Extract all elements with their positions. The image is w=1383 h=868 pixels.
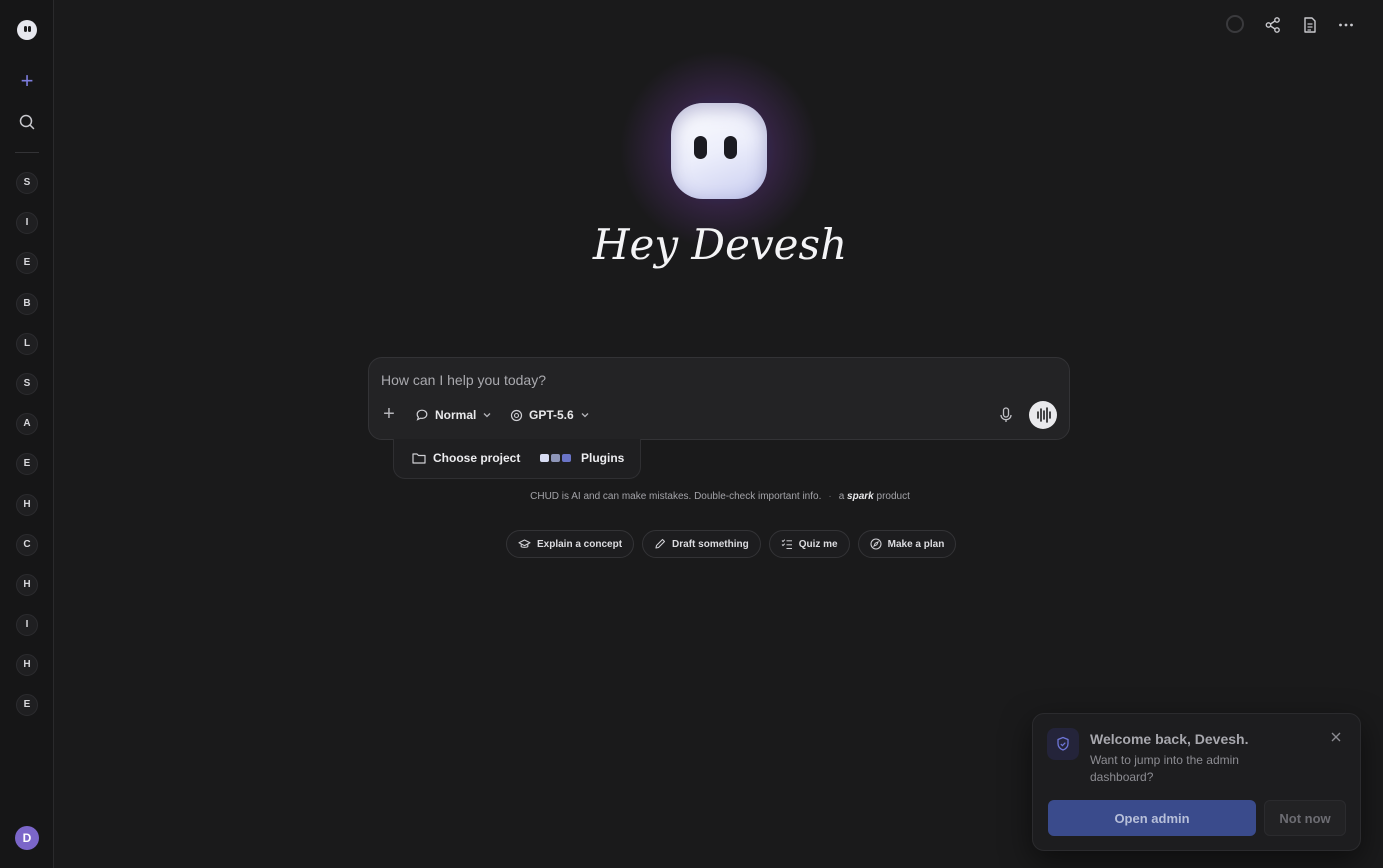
choose-project-button[interactable]: Choose project (412, 451, 520, 465)
open-admin-button[interactable]: Open admin (1048, 800, 1256, 836)
chip-label: Quiz me (798, 538, 838, 550)
sidebar-item[interactable]: I (16, 212, 38, 235)
close-icon[interactable] (1329, 730, 1343, 744)
mascot-icon (671, 103, 767, 199)
waveform-icon (1037, 407, 1051, 423)
model-label: GPT-5.6 (529, 408, 574, 422)
attach-plus-icon[interactable]: + (381, 404, 397, 424)
chip-draft-something[interactable]: Draft something (642, 530, 761, 558)
plus-icon[interactable]: + (16, 70, 38, 92)
sidebar-item[interactable]: C (16, 533, 38, 556)
sidebar-item[interactable]: E (16, 453, 38, 476)
sidebar-item[interactable]: I (16, 614, 38, 637)
mode-label: Normal (435, 408, 477, 422)
composer: + Normal GPT-5.6 (368, 357, 1070, 440)
sidebar-item[interactable]: S (16, 172, 38, 194)
sidebar-chat-list: S I E B L S A E H C H I H E (16, 172, 38, 735)
shield-icon (1047, 728, 1079, 760)
graduation-cap-icon (518, 539, 531, 548)
search-icon[interactable] (17, 112, 37, 132)
status-ring-icon (1226, 15, 1244, 33)
chip-explain-concept[interactable]: Explain a concept (506, 530, 635, 558)
microphone-icon[interactable] (998, 406, 1014, 424)
voice-mode-button[interactable] (1029, 401, 1057, 429)
sidebar-item[interactable]: A (16, 413, 38, 436)
choose-project-label: Choose project (433, 451, 521, 465)
toast-title: Welcome back, Devesh. (1090, 731, 1249, 747)
folder-icon (412, 453, 426, 464)
sidebar-item[interactable]: H (16, 493, 38, 516)
prompt-input[interactable] (381, 372, 941, 388)
disclaimer-prefix: a (838, 491, 845, 502)
sidebar-item[interactable]: E (16, 694, 38, 717)
toast-body: Want to jump into the admin dashboard? (1090, 753, 1239, 784)
plugin-icons (540, 451, 573, 465)
plugins-label: Plugins (581, 451, 625, 465)
chevron-down-icon (483, 413, 491, 418)
chip-quiz-me[interactable]: Quiz me (768, 530, 850, 558)
sidebar-divider (15, 152, 39, 153)
chat-bubble-icon (416, 409, 428, 421)
sidebar-item[interactable]: H (16, 654, 38, 677)
sidebar-item[interactable]: H (16, 573, 38, 596)
sidebar-item[interactable]: S (16, 372, 38, 395)
suggestion-chips: Explain a concept Draft something Quiz m… (506, 530, 957, 558)
plugins-button[interactable]: Plugins (540, 451, 624, 465)
chip-label: Make a plan (887, 538, 945, 550)
disclaimer-text: CHUD is AI and can make mistakes. Double… (530, 491, 822, 502)
disclaimer: CHUD is AI and can make mistakes. Double… (530, 491, 910, 502)
welcome-toast: Welcome back, Devesh. Want to jump into … (1032, 713, 1361, 851)
share-icon[interactable] (1264, 16, 1282, 34)
pencil-icon (655, 538, 666, 549)
document-icon[interactable] (1301, 16, 1319, 34)
spark-logo: spark (847, 491, 874, 502)
chevron-down-icon (581, 413, 589, 418)
model-selector[interactable]: GPT-5.6 (510, 406, 590, 424)
mascot-logo-icon[interactable] (17, 20, 37, 40)
chip-label: Explain a concept (537, 538, 623, 550)
sidebar-item[interactable]: B (16, 292, 38, 315)
sidebar-item[interactable]: L (16, 332, 38, 355)
mode-selector[interactable]: Normal (415, 406, 492, 424)
checklist-icon (781, 539, 792, 549)
sidebar-item[interactable]: E (16, 252, 38, 275)
avatar[interactable]: D (15, 826, 39, 850)
chip-label: Draft something (672, 538, 749, 550)
compass-icon (870, 538, 882, 550)
openai-icon (510, 409, 523, 421)
not-now-button[interactable]: Not now (1264, 800, 1346, 836)
composer-subbar: Choose project Plugins (393, 439, 641, 479)
chip-make-plan[interactable]: Make a plan (857, 530, 957, 558)
more-icon[interactable] (1337, 16, 1355, 34)
sidebar: + S I E B L S A E H C H I H E D (0, 0, 54, 868)
disclaimer-suffix: product (876, 491, 910, 502)
greeting-heading: Hey Devesh (592, 220, 848, 269)
